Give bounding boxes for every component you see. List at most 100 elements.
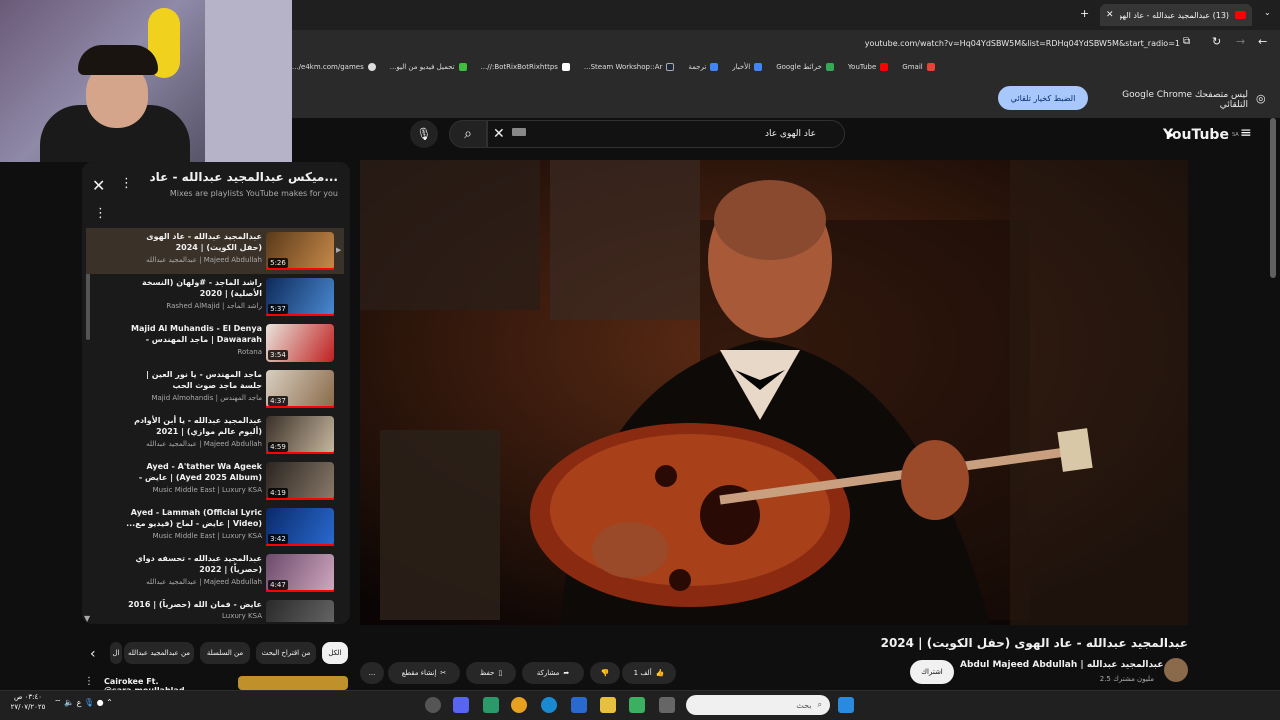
playlist-item[interactable]: 4:59 عبدالمجيد عبدالله - يا أبن الأوادم … — [86, 412, 344, 458]
back-icon[interactable]: ← — [1258, 35, 1267, 48]
url-field[interactable]: youtube.com/watch?v=Hq04YdSBW5M&list=RDH… — [820, 34, 1180, 52]
playlist-item[interactable]: 3:54 Majid Al Muhandis - El Denya Dawaar… — [86, 320, 344, 366]
youtube-logo[interactable]: YouTube SA — [1160, 126, 1239, 144]
playlist-item-title: ماجد المهندس - يا نور العين | جلسة ماجد … — [146, 370, 262, 390]
video-player[interactable] — [360, 160, 1188, 625]
wifi-icon[interactable]: ⌔ — [54, 698, 62, 707]
playlist-more-icon[interactable]: ⋮ — [120, 176, 133, 191]
like-button[interactable]: 1 ألف 👍 — [622, 662, 676, 684]
edge-taskbar-icon[interactable] — [541, 697, 557, 713]
taskbar-clock[interactable]: ٠٣:٤٠ ص ٢٧/٠٧/٢٠٢٥ — [8, 692, 48, 712]
discord-taskbar-icon[interactable] — [453, 697, 469, 713]
playlist-close-icon[interactable]: ✕ — [92, 176, 105, 195]
playlist-item[interactable]: 5:37 راشد الماجد - #ولهان (النسخة الأصلي… — [86, 274, 344, 320]
settings-taskbar-icon[interactable] — [425, 697, 441, 713]
clear-search-icon[interactable]: ✕ — [493, 126, 505, 142]
dislike-button[interactable]: 👎 — [590, 662, 620, 684]
chip-from-search[interactable]: من اقتراح البحث — [256, 642, 316, 664]
translate-icon[interactable]: ⧉ — [1183, 36, 1190, 47]
next-item-more-icon[interactable]: ⋮ — [84, 676, 94, 687]
watched-progress-bar — [266, 452, 334, 454]
playlist-options-icon[interactable]: ⋮ — [94, 206, 107, 221]
playlist-item-channel: Rashed AlMajid | راشد الماجد — [166, 302, 262, 310]
clip-label: إنشاء مقطع — [401, 669, 437, 677]
playlist-item[interactable]: 3:42 Ayed - Lammah (Official Lyric Video… — [86, 504, 344, 550]
page-scrollbar[interactable] — [1270, 118, 1276, 278]
subscribe-button[interactable]: اشتراك — [910, 660, 954, 684]
channel-name[interactable]: Abdul Majeed Abdullah | عبدالمجيد عبدالل… — [960, 660, 1163, 670]
bookmark-youtube[interactable]: YouTube — [848, 63, 889, 71]
bookmark-translate[interactable]: ترجمة — [688, 63, 719, 71]
chip-all[interactable]: الكل — [322, 642, 348, 664]
chip-from-channel[interactable]: من عبدالمجيد عبدالله — [124, 642, 194, 664]
next-video-thumbnail[interactable] — [238, 676, 348, 690]
chip-partial[interactable]: ال — [110, 642, 122, 664]
save-button[interactable]: حفظ ▯ — [466, 662, 516, 684]
more-actions-button[interactable]: ... — [360, 662, 384, 684]
webcam-curtain — [205, 0, 292, 162]
more-icon: ... — [368, 669, 376, 677]
bookmark-gmail[interactable]: Gmail — [902, 63, 935, 71]
playlist-item[interactable]: 4:47 عبدالمجيد عبدالله - تحسفه دواي (حصر… — [86, 550, 344, 596]
playlist-item-channel: عبدالمجيد عبدالله | Majeed Abdullah — [146, 256, 262, 264]
browser-tab[interactable]: (13) عبدالمجيد عبدالله - عاد الهوى... ✕ — [1100, 4, 1252, 26]
new-tab-button[interactable]: + — [1080, 7, 1089, 20]
playlist-item[interactable]: 4:19 Ayed - A'tather Wa Ageek (Ayed 2025… — [86, 458, 344, 504]
scroll-down-icon[interactable]: ▼ — [84, 614, 90, 623]
playlist-item-title: Ayed - Lammah (Official Lyric Video) | ع… — [126, 508, 262, 528]
taskbar-search-placeholder: بحث — [796, 700, 812, 710]
clock-date: ٢٧/٠٧/٢٠٢٥ — [10, 703, 46, 711]
playlist-item[interactable]: 4:37 ماجد المهندس - يا نور العين | جلسة … — [86, 366, 344, 412]
clip-button[interactable]: إنشاء مقطع ✂ — [388, 662, 460, 684]
bookmark-news[interactable]: الأخبار — [732, 63, 763, 71]
gallery-taskbar-icon[interactable] — [629, 697, 645, 713]
chrome-taskbar-icon[interactable] — [511, 697, 527, 713]
channel-avatar[interactable] — [1164, 658, 1188, 682]
voice-search-button[interactable]: 🎙 — [410, 120, 438, 148]
playlist-item-title: Ayed - A'tather Wa Ageek (Ayed 2025 Albu… — [138, 462, 262, 482]
mic-tray-icon: 🎙 — [83, 698, 95, 707]
show-hidden-icons-icon[interactable]: ⌃ — [106, 698, 113, 707]
task-view-taskbar-icon[interactable] — [659, 697, 675, 713]
watched-progress-bar — [266, 544, 334, 546]
bookmark-video-download[interactable]: تحميل فيديو من اليو... — [390, 63, 467, 71]
tab-search-icon[interactable]: ⌄ — [1264, 8, 1271, 17]
watched-progress-bar — [266, 268, 334, 270]
scissors-icon: ✂ — [440, 669, 447, 677]
taskbar-search[interactable]: بحث ⌕ — [686, 695, 830, 715]
chip-from-series[interactable]: من السلسلة — [200, 642, 250, 664]
share-label: مشاركة — [536, 669, 560, 677]
playlist-item[interactable]: 5:26 عبدالمجيد عبدالله - عاد الهوى (حفل … — [86, 228, 344, 274]
bookmark-steam[interactable]: Steam Workshop::Ar... — [584, 63, 675, 71]
bookmark-e4km[interactable]: e4km.com/games/... — [292, 63, 376, 71]
playlist-item-title: عبدالمجيد عبدالله - عاد الهوى (حفل الكوي… — [146, 232, 262, 252]
file-explorer-taskbar-icon[interactable] — [600, 697, 616, 713]
tab-close-icon[interactable]: ✕ — [1106, 10, 1114, 20]
tray-app-icon[interactable]: ● — [97, 698, 104, 707]
playlist-item[interactable]: عايض - فمان الله (حصرياً) | 2016 Luxury … — [86, 596, 344, 622]
chevron-left-icon[interactable]: ‹ — [90, 646, 96, 662]
search-input[interactable]: عاد الهوى عاد — [487, 120, 845, 148]
system-tray[interactable]: ⌔ 🔈 ع 🎙 ● ⌃ — [54, 698, 113, 708]
bookmark-maps[interactable]: خرائط Google — [776, 63, 834, 71]
bookmark-botrix[interactable]: BotRixBotRixhttps://... — [481, 63, 570, 71]
playlist-item-channel: Rotana — [237, 348, 262, 356]
windows-start-icon[interactable] — [838, 697, 854, 713]
duration-badge: 5:37 — [268, 304, 288, 314]
reload-icon[interactable]: ↻ — [1212, 35, 1221, 48]
playlist-item-channel: Majid Almohandis | ماجد المهندس — [151, 394, 262, 402]
store-taskbar-icon[interactable] — [571, 697, 587, 713]
language-indicator[interactable]: ع — [77, 698, 82, 707]
webcam-overlay — [0, 0, 292, 162]
playlist-item-title: Majid Al Muhandis - El Denya Dawaarah | … — [130, 324, 262, 344]
set-default-button[interactable]: الضبط كخيار تلقائي — [998, 86, 1088, 110]
bookmark-icon: ▯ — [498, 669, 503, 677]
duration-badge: 4:59 — [268, 442, 288, 452]
app-taskbar-icon[interactable] — [483, 697, 499, 713]
forward-icon[interactable]: → — [1236, 35, 1245, 48]
share-button[interactable]: مشاركة ➦ — [522, 662, 584, 684]
volume-icon[interactable]: 🔈 — [64, 698, 74, 707]
search-button[interactable]: ⌕ — [449, 120, 487, 148]
keyboard-icon[interactable] — [512, 128, 526, 136]
hamburger-menu-icon[interactable]: ≡ — [1240, 126, 1254, 140]
